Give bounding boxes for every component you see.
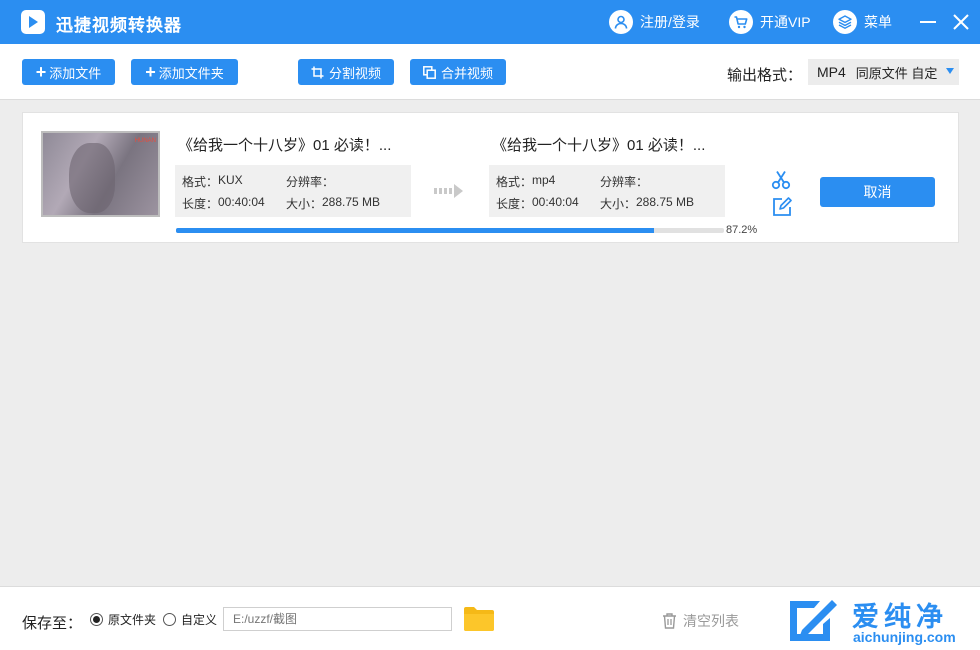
video-thumbnail[interactable]: HUNAN bbox=[41, 131, 160, 217]
target-size-label: 大小： bbox=[600, 197, 637, 211]
add-file-button[interactable]: + 添加文件 bbox=[22, 59, 115, 85]
radio-dot-checked bbox=[90, 613, 103, 626]
progress-fill bbox=[176, 228, 654, 233]
watermark-logo-icon bbox=[790, 600, 837, 641]
source-size-label: 大小： bbox=[286, 197, 323, 211]
menu-button[interactable]: 菜单 bbox=[833, 9, 892, 35]
merge-video-label: 合并视频 bbox=[440, 65, 493, 81]
conversion-progress-bar bbox=[176, 228, 724, 233]
radio-custom-label: 自定义 bbox=[181, 613, 218, 627]
target-file-name: 《给我一个十八岁》01 必读！... bbox=[492, 137, 706, 154]
save-path-input[interactable] bbox=[223, 607, 452, 631]
menu-label: 菜单 bbox=[864, 14, 892, 30]
target-size-value: 288.75 MB bbox=[636, 195, 695, 209]
source-resolution-label: 分辨率： bbox=[286, 175, 335, 189]
clear-list-button[interactable]: 清空列表 bbox=[662, 611, 739, 631]
split-video-label: 分割视频 bbox=[328, 65, 381, 81]
crop-icon bbox=[311, 66, 324, 78]
radio-custom-folder[interactable]: 自定义 bbox=[163, 611, 217, 628]
add-folder-label: 添加文件夹 bbox=[158, 65, 224, 81]
merge-icon bbox=[423, 65, 436, 79]
save-to-label: 保存至： bbox=[22, 615, 83, 632]
app-title: 迅捷视频转换器 bbox=[56, 16, 182, 35]
progress-percent: 87.2% bbox=[726, 224, 758, 236]
cancel-button[interactable]: 取消 bbox=[820, 177, 935, 207]
radio-dot bbox=[163, 613, 176, 626]
source-format-value: KUX bbox=[218, 173, 243, 187]
output-format-select[interactable]: MP4 同原文件 自定 bbox=[808, 59, 959, 85]
source-info-panel: 格式： KUX 分辨率： 长度： 00:40:04 大小： 288.75 MB bbox=[175, 165, 411, 217]
radio-original-label: 原文件夹 bbox=[108, 613, 157, 627]
source-size-value: 288.75 MB bbox=[322, 195, 381, 209]
add-file-label: 添加文件 bbox=[49, 65, 102, 81]
watermark-text-en: aichunjing.com bbox=[853, 629, 956, 645]
source-duration-value: 00:40:04 bbox=[218, 195, 265, 209]
output-format-value: MP4 bbox=[817, 64, 846, 80]
layers-icon bbox=[833, 10, 857, 34]
source-duration-label: 长度： bbox=[182, 197, 219, 211]
minimize-icon[interactable] bbox=[917, 11, 939, 33]
plus-icon: + bbox=[145, 62, 156, 82]
source-file-name: 《给我一个十八岁》01 必读！... bbox=[178, 137, 392, 154]
target-info-panel: 格式： mp4 分辨率： 长度： 00:40:04 大小： 288.75 MB bbox=[489, 165, 725, 217]
thumbnail-channel-mark: HUNAN bbox=[134, 138, 156, 144]
file-item: HUNAN 《给我一个十八岁》01 必读！... 格式： KUX 分辨率： 长度… bbox=[22, 112, 959, 243]
plus-icon: + bbox=[35, 62, 47, 82]
arrow-right-icon bbox=[434, 184, 463, 198]
toolbar: + 添加文件 + 添加文件夹 分割视频 合并视频 输出格式： MP4 同原文件 … bbox=[0, 44, 980, 100]
app-logo-icon bbox=[21, 10, 45, 34]
close-icon[interactable] bbox=[950, 11, 972, 33]
login-button[interactable]: 注册/登录 bbox=[609, 9, 700, 35]
cart-icon bbox=[729, 10, 753, 34]
trash-icon bbox=[663, 613, 676, 629]
target-duration-label: 长度： bbox=[496, 197, 533, 211]
user-icon bbox=[609, 10, 633, 34]
edit-icon[interactable] bbox=[772, 197, 792, 217]
target-format-label: 格式： bbox=[496, 175, 533, 189]
output-format-sub: 同原文件 自定 bbox=[855, 65, 938, 81]
scissors-icon[interactable] bbox=[771, 170, 791, 190]
title-bar: 迅捷视频转换器 注册/登录 开通VIP 菜单 bbox=[0, 0, 980, 44]
split-video-button[interactable]: 分割视频 bbox=[298, 59, 394, 85]
radio-original-folder[interactable]: 原文件夹 bbox=[90, 611, 156, 628]
output-format-label: 输出格式： bbox=[727, 67, 803, 84]
vip-button[interactable]: 开通VIP bbox=[729, 9, 811, 35]
target-duration-value: 00:40:04 bbox=[532, 195, 579, 209]
bottom-bar: 保存至： 原文件夹 自定义 清空列表 爱纯净 aichunjing.com bbox=[0, 586, 980, 650]
vip-label: 开通VIP bbox=[760, 14, 811, 30]
folder-icon[interactable] bbox=[463, 606, 495, 632]
merge-video-button[interactable]: 合并视频 bbox=[410, 59, 506, 85]
chevron-down-icon bbox=[946, 68, 954, 74]
add-folder-button[interactable]: + 添加文件夹 bbox=[131, 59, 238, 85]
site-watermark: 爱纯净 aichunjing.com bbox=[786, 595, 976, 647]
clear-list-label: 清空列表 bbox=[683, 613, 739, 629]
target-resolution-label: 分辨率： bbox=[600, 175, 649, 189]
target-format-value: mp4 bbox=[532, 173, 556, 187]
source-format-label: 格式： bbox=[182, 175, 219, 189]
login-label: 注册/登录 bbox=[640, 14, 700, 30]
